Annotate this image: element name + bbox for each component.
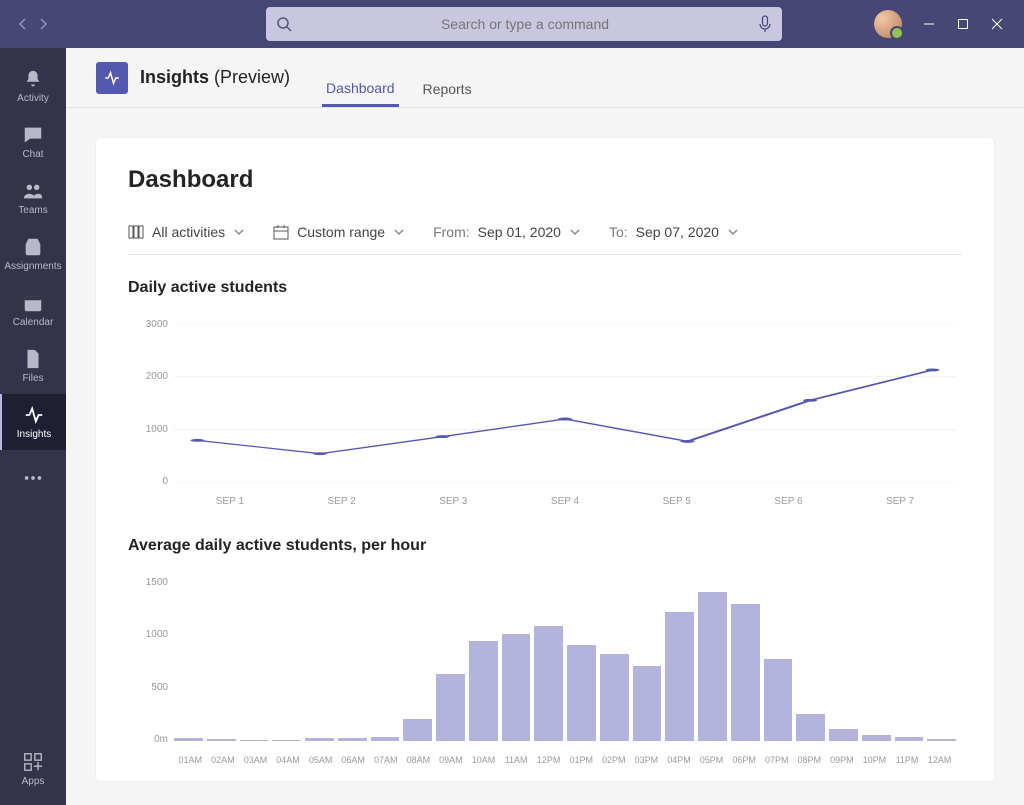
rail-chat[interactable]: Chat — [0, 114, 66, 170]
back-icon[interactable] — [17, 18, 29, 30]
teams-icon — [22, 180, 44, 202]
assignments-icon — [22, 236, 44, 258]
nav-back-forward — [0, 18, 66, 30]
bar — [895, 737, 924, 741]
calendar-range-icon — [273, 224, 289, 240]
bar — [600, 654, 629, 741]
pulse-icon — [103, 69, 121, 87]
title-bar — [0, 0, 1024, 48]
to-label: To: — [609, 224, 628, 240]
apps-icon — [22, 751, 44, 773]
bar — [371, 737, 400, 741]
app-title: Insights (Preview) — [140, 67, 290, 88]
app-title-bold: Insights — [140, 67, 209, 87]
bar — [240, 740, 269, 741]
app-rail: Activity Chat Teams Assignments Calendar… — [0, 48, 66, 805]
app-tabs: Dashboard Reports — [312, 48, 486, 107]
rail-activity[interactable]: Activity — [0, 58, 66, 114]
bar — [338, 738, 367, 741]
columns-icon — [128, 224, 144, 240]
bar — [862, 735, 891, 741]
bar — [633, 666, 662, 741]
filter-row: All activities Custom range From: Sep 01… — [128, 224, 962, 255]
filter-range-label: Custom range — [297, 224, 385, 240]
rail-files[interactable]: Files — [0, 338, 66, 394]
rail-label: Chat — [22, 149, 43, 160]
bar — [764, 659, 793, 741]
bar — [174, 738, 203, 741]
insights-icon — [23, 404, 45, 426]
rail-label: Insights — [17, 429, 51, 440]
search-box[interactable] — [266, 7, 782, 41]
maximize-button[interactable] — [956, 17, 970, 31]
avatar[interactable] — [874, 10, 902, 38]
search-icon — [276, 16, 292, 32]
bar — [731, 604, 760, 741]
app-icon — [96, 62, 128, 94]
from-value: Sep 01, 2020 — [478, 224, 561, 240]
rail-label: Apps — [22, 776, 45, 787]
bar — [207, 739, 236, 741]
search-input[interactable] — [292, 16, 758, 32]
chat-icon — [22, 124, 44, 146]
filter-activity-label: All activities — [152, 224, 225, 240]
bar — [698, 592, 727, 741]
rail-apps[interactable]: Apps — [0, 741, 66, 797]
app-header: Insights (Preview) Dashboard Reports — [66, 48, 1024, 108]
dashboard-card: Dashboard All activities Custom range Fr… — [96, 138, 994, 781]
rail-label: Teams — [18, 205, 47, 216]
tab-reports[interactable]: Reports — [419, 81, 476, 107]
bar-chart: 150010005000m 01AM02AM03AM04AM05AM06AM07… — [128, 571, 962, 771]
minimize-button[interactable] — [922, 17, 936, 31]
bar — [829, 729, 858, 741]
bar — [796, 714, 825, 741]
app-title-suffix: (Preview) — [214, 67, 290, 87]
chart1-title: Daily active students — [128, 279, 962, 297]
chevron-down-icon — [727, 226, 739, 238]
bar — [502, 634, 531, 741]
more-icon — [22, 467, 44, 489]
filter-to[interactable]: To: Sep 07, 2020 — [609, 224, 739, 240]
calendar-icon — [22, 292, 44, 314]
filter-activity[interactable]: All activities — [128, 224, 245, 240]
content-area: Insights (Preview) Dashboard Reports Das… — [66, 48, 1024, 805]
bell-icon — [22, 68, 44, 90]
rail-label: Calendar — [13, 317, 54, 328]
filter-range[interactable]: Custom range — [273, 224, 405, 240]
bar — [927, 739, 956, 741]
forward-icon[interactable] — [37, 18, 49, 30]
bar — [436, 674, 465, 741]
chart2-title: Average daily active students, per hour — [128, 537, 962, 555]
bar — [567, 645, 596, 741]
bar — [534, 626, 563, 741]
rail-label: Assignments — [4, 261, 61, 272]
chevron-down-icon — [233, 226, 245, 238]
rail-teams[interactable]: Teams — [0, 170, 66, 226]
tab-dashboard[interactable]: Dashboard — [322, 80, 399, 107]
mic-icon[interactable] — [758, 15, 772, 33]
bar — [272, 740, 301, 741]
rail-calendar[interactable]: Calendar — [0, 282, 66, 338]
from-label: From: — [433, 224, 470, 240]
rail-assignments[interactable]: Assignments — [0, 226, 66, 282]
close-button[interactable] — [990, 17, 1004, 31]
rail-insights[interactable]: Insights — [0, 394, 66, 450]
bar — [305, 738, 334, 741]
chevron-down-icon — [393, 226, 405, 238]
rail-label: Activity — [17, 93, 49, 104]
bar — [403, 719, 432, 741]
line-chart: 3000200010000 SEP 1SEP 2SEP 3SEP 4SEP 5S… — [128, 313, 962, 513]
window-controls — [874, 10, 1024, 38]
bar — [665, 612, 694, 741]
to-value: Sep 07, 2020 — [636, 224, 719, 240]
rail-more[interactable] — [0, 450, 66, 506]
bar — [469, 641, 498, 741]
file-icon — [22, 348, 44, 370]
rail-label: Files — [22, 373, 43, 384]
filter-from[interactable]: From: Sep 01, 2020 — [433, 224, 581, 240]
dashboard-title: Dashboard — [128, 166, 962, 194]
chevron-down-icon — [569, 226, 581, 238]
